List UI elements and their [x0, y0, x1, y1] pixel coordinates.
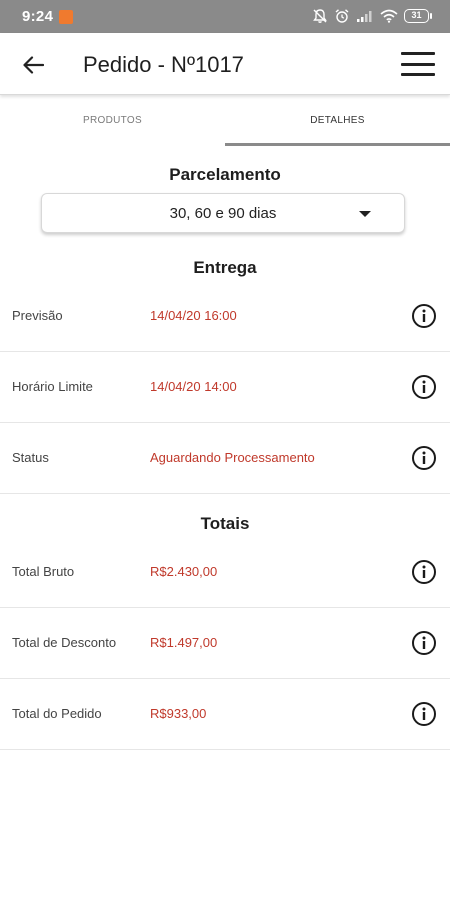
page-title: Pedido - Nº1017	[83, 52, 244, 77]
entrega-row-status: Status Aguardando Processamento	[0, 423, 450, 494]
status-time: 9:24	[22, 8, 54, 25]
signal-icon	[357, 11, 372, 22]
row-label: Status	[12, 450, 49, 465]
tab-bar: PRODUTOS DETALHES	[0, 96, 450, 146]
info-icon[interactable]	[411, 559, 437, 585]
info-icon[interactable]	[411, 445, 437, 471]
wifi-icon	[380, 9, 398, 23]
menu-button[interactable]	[401, 52, 435, 76]
row-label: Total do Pedido	[12, 706, 102, 721]
parcelamento-select[interactable]: 30, 60 e 90 dias	[41, 193, 405, 233]
arrow-left-icon	[23, 56, 44, 74]
battery-level: 31	[404, 9, 429, 23]
parcelamento-title: Parcelamento	[169, 165, 281, 184]
row-label: Previsão	[12, 308, 63, 323]
row-value: Aguardando Processamento	[150, 450, 315, 465]
row-label: Total de Desconto	[12, 635, 117, 650]
mute-bell-icon	[313, 9, 327, 23]
tab-produtos[interactable]: PRODUTOS	[0, 96, 225, 146]
entrega-title: Entrega	[193, 258, 257, 277]
row-value: R$1.497,00	[150, 635, 218, 650]
parcelamento-selected-value: 30, 60 e 90 dias	[169, 205, 277, 222]
info-icon[interactable]	[411, 701, 437, 727]
totais-row-pedido: Total do Pedido R$933,00	[0, 679, 450, 750]
hamburger-menu-icon	[401, 52, 435, 55]
battery-icon: 31	[404, 9, 432, 23]
totais-row-bruto: Total Bruto R$2.430,00	[0, 537, 450, 608]
tab-detalhes[interactable]: DETALHES	[225, 96, 450, 146]
status-icons: 31	[312, 8, 432, 24]
entrega-row-horario-limite: Horário Limite 14/04/20 14:00	[0, 352, 450, 423]
row-value: 14/04/20 14:00	[150, 379, 237, 394]
info-icon[interactable]	[411, 630, 437, 656]
row-value: R$2.430,00	[150, 564, 218, 579]
row-value: 14/04/20 16:00	[150, 308, 237, 323]
row-value: R$933,00	[150, 706, 207, 721]
caret-down-icon	[359, 211, 371, 217]
row-label: Total Bruto	[12, 564, 75, 579]
back-button[interactable]	[19, 51, 47, 79]
info-icon[interactable]	[411, 374, 437, 400]
status-bar: 9:24 31	[0, 0, 450, 33]
totais-row-desconto: Total de Desconto R$1.497,00	[0, 608, 450, 679]
row-label: Horário Limite	[12, 379, 93, 394]
info-icon[interactable]	[411, 303, 437, 329]
entrega-row-previsao: Previsão 14/04/20 16:00	[0, 281, 450, 352]
app-bar: Pedido - Nº1017	[0, 33, 450, 95]
totais-title: Totais	[200, 514, 250, 533]
notification-app-icon	[59, 10, 73, 24]
alarm-icon	[335, 9, 349, 23]
